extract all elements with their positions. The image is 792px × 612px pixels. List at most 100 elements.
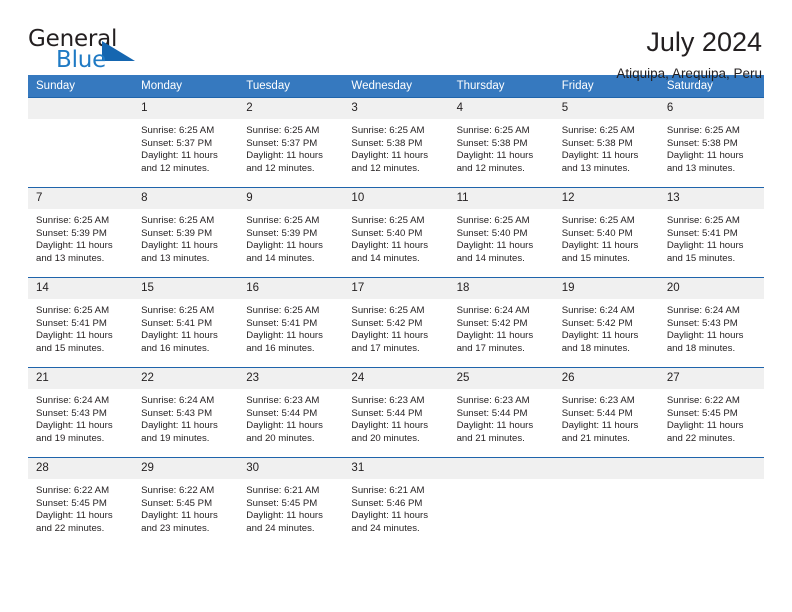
- calendar-cell[interactable]: 11 Sunrise: 6:25 AM Sunset: 5:40 PM Dayligh…: [448, 187, 554, 278]
- calendar-cell[interactable]: 25 Sunrise: 6:23 AM Sunset: 5:44 PM Dayligh…: [448, 367, 554, 458]
- calendar-cell[interactable]: 7 Sunrise: 6:25 AM Sunset: 5:39 PM Daylight…: [28, 187, 134, 278]
- calendar-cell[interactable]: 3 Sunrise: 6:25 AM Sunset: 5:38 PM Daylight…: [343, 97, 449, 188]
- calendar-cell[interactable]: 19 Sunrise: 6:24 AM Sunset: 5:42 PM Dayligh…: [553, 277, 659, 368]
- daylight-duration-line2: and 14 minutes.: [456, 252, 525, 264]
- calendar-cell[interactable]: 16 Sunrise: 6:25 AM Sunset: 5:41 PM Dayligh…: [238, 277, 344, 368]
- sunrise-time: Sunrise: 6:25 AM: [351, 215, 425, 226]
- daylight-duration-line1: Daylight: 11 hours: [141, 510, 218, 522]
- day-cell: 28 Sunrise: 6:22 AM Sunset: 5:45 PM Dayligh…: [28, 458, 134, 547]
- day-details: Sunrise: 6:25 AM Sunset: 5:41 PM Daylight:…: [133, 299, 238, 355]
- calendar-cell[interactable]: 28 Sunrise: 6:22 AM Sunset: 5:45 PM Dayligh…: [28, 457, 134, 548]
- day-number: 1: [133, 98, 239, 119]
- day-cell: 23 Sunrise: 6:23 AM Sunset: 5:44 PM Dayligh…: [238, 368, 344, 457]
- calendar-cell[interactable]: 20 Sunrise: 6:24 AM Sunset: 5:43 PM Dayligh…: [658, 277, 764, 368]
- day-cell: 27 Sunrise: 6:22 AM Sunset: 5:45 PM Dayligh…: [658, 368, 764, 457]
- sunset-time: Sunset: 5:41 PM: [246, 317, 318, 329]
- calendar-cell[interactable]: 4 Sunrise: 6:25 AM Sunset: 5:38 PM Daylight…: [448, 97, 554, 188]
- sunrise-time: Sunrise: 6:25 AM: [351, 305, 425, 316]
- sunrise-time: Sunrise: 6:22 AM: [666, 395, 740, 406]
- day-number: 30: [238, 458, 344, 479]
- daylight-duration-line2: and 15 minutes.: [666, 252, 736, 264]
- calendar-cell[interactable]: 8 Sunrise: 6:25 AM Sunset: 5:39 PM Daylight…: [133, 187, 239, 278]
- day-number: 26: [553, 368, 659, 389]
- calendar-cell[interactable]: 12 Sunrise: 6:25 AM Sunset: 5:40 PM Dayligh…: [553, 187, 659, 278]
- day-details: Sunrise: 6:24 AM Sunset: 5:43 PM Daylight:…: [28, 389, 133, 445]
- calendar-cell[interactable]: 6 Sunrise: 6:25 AM Sunset: 5:38 PM Daylight…: [658, 97, 764, 188]
- calendar-week-row: 14 Sunrise: 6:25 AM Sunset: 5:41 PM Dayligh…: [28, 277, 764, 368]
- day-cell: 6 Sunrise: 6:25 AM Sunset: 5:38 PM Daylight…: [658, 98, 764, 187]
- calendar-cell[interactable]: 2 Sunrise: 6:25 AM Sunset: 5:37 PM Daylight…: [238, 97, 344, 188]
- daylight-duration-line2: and 21 minutes.: [456, 432, 525, 444]
- daylight-duration-line1: Daylight: 11 hours: [36, 420, 113, 432]
- daylight-duration-line1: Daylight: 11 hours: [141, 150, 218, 162]
- calendar-cell[interactable]: 13 Sunrise: 6:25 AM Sunset: 5:41 PM Dayligh…: [658, 187, 764, 278]
- day-number: 19: [553, 278, 659, 299]
- daylight-duration-line2: and 18 minutes.: [666, 342, 736, 354]
- calendar-cell[interactable]: 24 Sunrise: 6:23 AM Sunset: 5:44 PM Dayligh…: [343, 367, 449, 458]
- sunrise-time: Sunrise: 6:22 AM: [36, 485, 110, 496]
- day-number: 31: [343, 458, 449, 479]
- calendar-cell[interactable]: 9 Sunrise: 6:25 AM Sunset: 5:39 PM Daylight…: [238, 187, 344, 278]
- day-number: 15: [133, 278, 239, 299]
- daylight-duration-line2: and 18 minutes.: [561, 342, 630, 354]
- daylight-duration-line1: Daylight: 11 hours: [246, 420, 323, 432]
- day-details: Sunrise: 6:22 AM Sunset: 5:45 PM Daylight:…: [28, 479, 133, 535]
- day-number: 17: [343, 278, 449, 299]
- daylight-duration-line1: Daylight: 11 hours: [561, 240, 639, 252]
- sunrise-time: Sunrise: 6:25 AM: [666, 125, 740, 136]
- sunset-time: Sunset: 5:40 PM: [561, 227, 633, 239]
- calendar-cell[interactable]: 23 Sunrise: 6:23 AM Sunset: 5:44 PM Dayligh…: [238, 367, 344, 458]
- daylight-duration-line2: and 16 minutes.: [141, 342, 210, 354]
- calendar-table: Sunday Monday Tuesday Wednesday Thursday…: [28, 75, 764, 548]
- calendar-cell[interactable]: 30 Sunrise: 6:21 AM Sunset: 5:45 PM Dayligh…: [238, 457, 344, 548]
- daylight-duration-line1: Daylight: 11 hours: [36, 240, 113, 252]
- daylight-duration-line1: Daylight: 11 hours: [666, 150, 744, 162]
- daylight-duration-line2: and 15 minutes.: [561, 252, 630, 264]
- day-cell: 13 Sunrise: 6:25 AM Sunset: 5:41 PM Dayligh…: [658, 188, 764, 277]
- day-number: 9: [238, 188, 344, 209]
- daylight-duration-line2: and 22 minutes.: [36, 522, 105, 534]
- calendar-cell[interactable]: 26 Sunrise: 6:23 AM Sunset: 5:44 PM Dayligh…: [553, 367, 659, 458]
- calendar-cell: [553, 457, 659, 548]
- daylight-duration-line2: and 19 minutes.: [141, 432, 210, 444]
- sunset-time: Sunset: 5:39 PM: [246, 227, 318, 239]
- calendar-cell[interactable]: 27 Sunrise: 6:22 AM Sunset: 5:45 PM Dayligh…: [658, 367, 764, 458]
- daylight-duration-line1: Daylight: 11 hours: [246, 330, 323, 342]
- calendar-cell[interactable]: 15 Sunrise: 6:25 AM Sunset: 5:41 PM Dayligh…: [133, 277, 239, 368]
- sunrise-time: Sunrise: 6:21 AM: [246, 485, 320, 496]
- calendar-cell[interactable]: 1 Sunrise: 6:25 AM Sunset: 5:37 PM Daylight…: [133, 97, 239, 188]
- calendar-cell[interactable]: 17 Sunrise: 6:25 AM Sunset: 5:42 PM Dayligh…: [343, 277, 449, 368]
- daylight-duration-line2: and 22 minutes.: [666, 432, 736, 444]
- day-details: Sunrise: 6:25 AM Sunset: 5:42 PM Daylight:…: [343, 299, 448, 355]
- calendar-cell[interactable]: 14 Sunrise: 6:25 AM Sunset: 5:41 PM Dayligh…: [28, 277, 134, 368]
- calendar-cell[interactable]: 5 Sunrise: 6:25 AM Sunset: 5:38 PM Daylight…: [553, 97, 659, 188]
- day-cell: 31 Sunrise: 6:21 AM Sunset: 5:46 PM Dayligh…: [343, 458, 449, 547]
- calendar-cell[interactable]: 21 Sunrise: 6:24 AM Sunset: 5:43 PM Dayligh…: [28, 367, 134, 458]
- calendar-cell[interactable]: 29 Sunrise: 6:22 AM Sunset: 5:45 PM Dayligh…: [133, 457, 239, 548]
- sunrise-time: Sunrise: 6:21 AM: [351, 485, 425, 496]
- day-details: Sunrise: 6:24 AM Sunset: 5:43 PM Daylight:…: [659, 299, 764, 355]
- daylight-duration-line1: Daylight: 11 hours: [351, 240, 429, 252]
- daylight-duration-line1: Daylight: 11 hours: [141, 420, 218, 432]
- daylight-duration-line1: Daylight: 11 hours: [666, 420, 744, 432]
- sunset-time: Sunset: 5:44 PM: [456, 407, 528, 419]
- calendar-cell[interactable]: 22 Sunrise: 6:24 AM Sunset: 5:43 PM Dayligh…: [133, 367, 239, 458]
- sunset-time: Sunset: 5:39 PM: [36, 227, 107, 239]
- daylight-duration-line1: Daylight: 11 hours: [351, 330, 429, 342]
- calendar-cell[interactable]: 31 Sunrise: 6:21 AM Sunset: 5:46 PM Dayligh…: [343, 457, 449, 548]
- day-cell: 4 Sunrise: 6:25 AM Sunset: 5:38 PM Daylight…: [448, 98, 554, 187]
- day-details: Sunrise: 6:21 AM Sunset: 5:45 PM Daylight:…: [238, 479, 343, 535]
- calendar-cell[interactable]: 10 Sunrise: 6:25 AM Sunset: 5:40 PM Dayligh…: [343, 187, 449, 278]
- daylight-duration-line2: and 13 minutes.: [561, 162, 630, 174]
- sunset-time: Sunset: 5:40 PM: [456, 227, 528, 239]
- day-cell: 30 Sunrise: 6:21 AM Sunset: 5:45 PM Dayligh…: [238, 458, 344, 547]
- sunrise-time: Sunrise: 6:25 AM: [456, 215, 530, 226]
- calendar-week-row: 28 Sunrise: 6:22 AM Sunset: 5:45 PM Dayligh…: [28, 457, 764, 548]
- sunset-time: Sunset: 5:43 PM: [141, 407, 213, 419]
- day-details: Sunrise: 6:25 AM Sunset: 5:38 PM Daylight:…: [659, 119, 764, 175]
- day-cell: 3 Sunrise: 6:25 AM Sunset: 5:38 PM Daylight…: [343, 98, 449, 187]
- sunset-time: Sunset: 5:45 PM: [666, 407, 738, 419]
- calendar-cell[interactable]: 18 Sunrise: 6:24 AM Sunset: 5:42 PM Dayligh…: [448, 277, 554, 368]
- sunrise-time: Sunrise: 6:25 AM: [561, 125, 635, 136]
- day-number: [658, 458, 764, 479]
